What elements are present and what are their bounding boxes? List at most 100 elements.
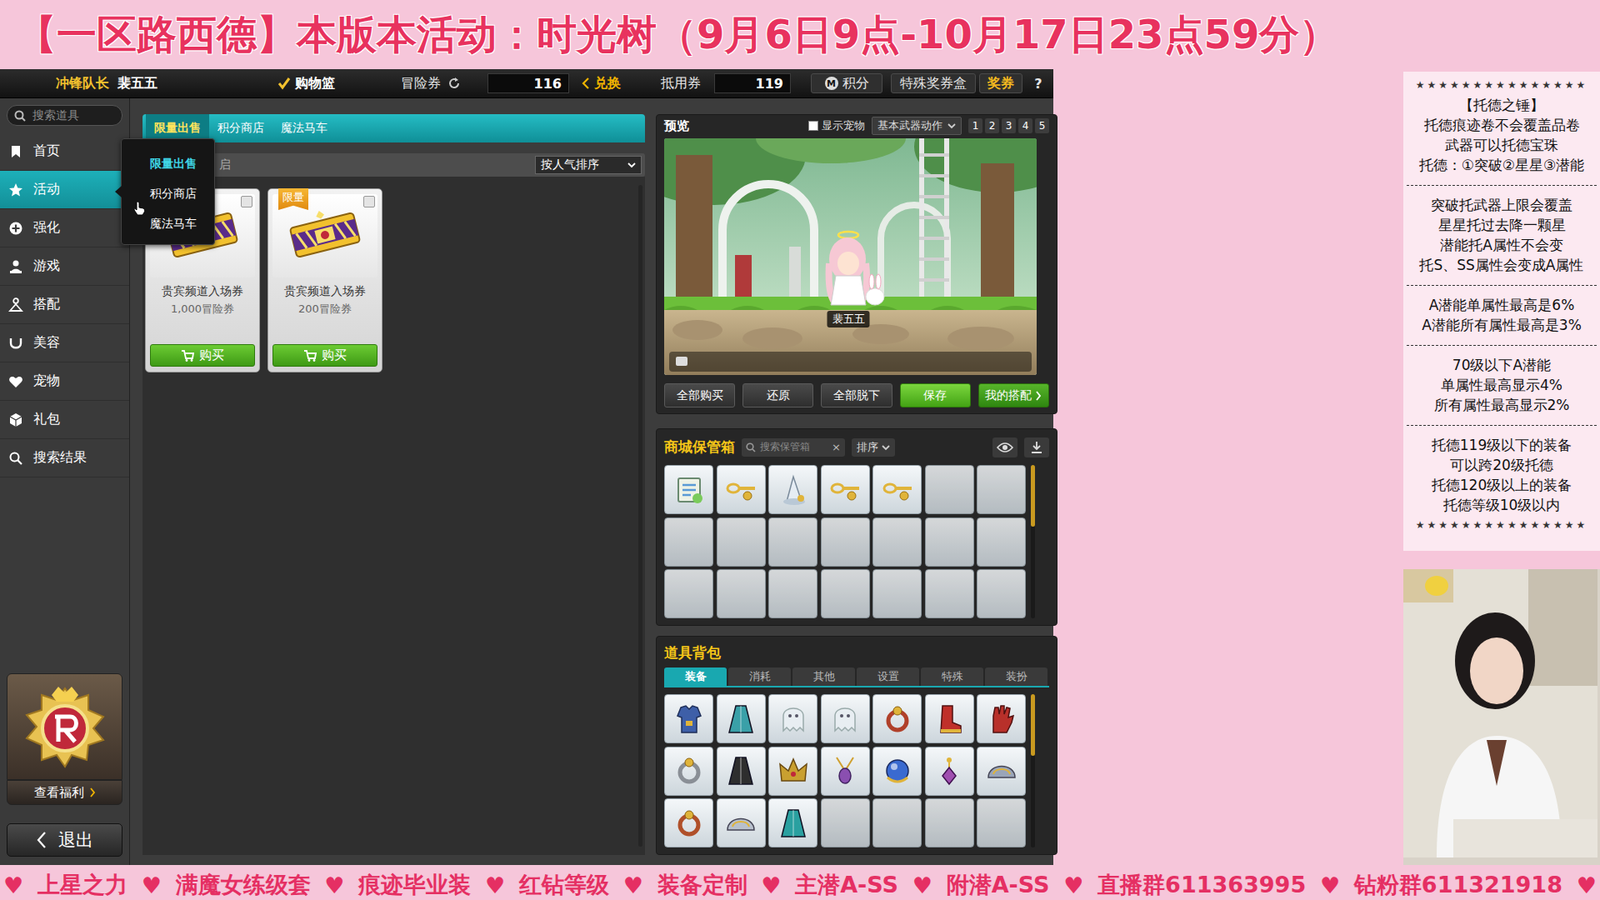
item-slot[interactable] (716, 746, 766, 796)
item-slot[interactable] (768, 569, 818, 619)
item-slot[interactable] (768, 798, 818, 848)
item-slot[interactable] (872, 694, 922, 744)
search-field[interactable]: 搜索道具 (6, 105, 123, 126)
preview-button[interactable]: 我的搭配 (978, 383, 1050, 408)
exchange-button[interactable]: 兑换 (581, 75, 640, 93)
item-slot[interactable] (820, 746, 870, 796)
item-slot[interactable] (768, 465, 818, 515)
coupon-button[interactable]: 奖券 (979, 73, 1023, 94)
page-button[interactable]: 5 (1035, 118, 1050, 134)
buy-button[interactable]: 购买 (150, 344, 255, 367)
vip-badge[interactable] (6, 673, 123, 780)
page-button[interactable]: 4 (1018, 118, 1033, 134)
inventory-tab[interactable]: 设置 (856, 667, 920, 686)
sidebar-item[interactable]: 首页 (0, 132, 130, 171)
item-slot[interactable] (872, 798, 922, 848)
scroll-thumb[interactable] (1030, 694, 1035, 756)
item-slot[interactable] (976, 694, 1026, 744)
item-slot[interactable] (820, 465, 870, 515)
item-slot[interactable] (976, 465, 1026, 515)
storage-search[interactable]: 搜索保管箱× (741, 438, 845, 457)
cart-button[interactable]: 购物篮 (277, 75, 338, 93)
item-slot[interactable] (925, 569, 975, 619)
preview-button[interactable]: 还原 (742, 383, 814, 408)
item-slot[interactable] (716, 694, 766, 744)
item-slot[interactable] (716, 465, 766, 515)
submenu-item[interactable]: 积分商店 (121, 179, 215, 210)
item-slot[interactable] (716, 798, 766, 848)
sidebar-item[interactable]: 强化 (0, 209, 130, 248)
item-slot[interactable] (664, 465, 714, 515)
item-slot[interactable] (716, 569, 766, 619)
inventory-tab[interactable]: 装扮 (985, 667, 1048, 686)
help-button[interactable]: ? (1029, 75, 1048, 92)
select-checkbox[interactable] (363, 195, 375, 208)
show-pet-toggle[interactable]: 显示宠物 (808, 118, 865, 134)
item-slot[interactable] (925, 798, 975, 848)
scrollbar[interactable] (638, 185, 643, 847)
preview-button[interactable]: 全部脱下 (820, 383, 892, 408)
item-slot[interactable] (768, 694, 818, 744)
item-slot[interactable] (872, 517, 922, 567)
item-slot[interactable] (820, 517, 870, 567)
item-slot[interactable] (768, 746, 818, 796)
checkbox[interactable] (808, 120, 819, 131)
sidebar-item[interactable]: 游戏 (0, 247, 130, 286)
item-slot[interactable] (768, 517, 818, 567)
clear-button[interactable]: × (831, 440, 841, 454)
item-slot[interactable] (664, 569, 714, 619)
inventory-tab[interactable]: 装备 (664, 667, 727, 686)
inventory-tab[interactable]: 特殊 (920, 667, 984, 686)
action-dropdown[interactable]: 基本武器动作 (871, 116, 962, 135)
item-slot[interactable] (925, 694, 975, 744)
item-slot[interactable] (820, 798, 870, 848)
preview-button[interactable]: 全部购买 (664, 383, 735, 408)
page-button[interactable]: 3 (1001, 118, 1016, 134)
download-button[interactable] (1024, 437, 1050, 458)
page-button[interactable]: 1 (968, 118, 983, 134)
points-button[interactable]: M积分 (810, 73, 883, 94)
sidebar-item[interactable]: 宠物 (0, 362, 130, 401)
exit-button[interactable]: 退出 (6, 823, 123, 857)
sidebar-item[interactable]: 礼包 (0, 400, 130, 440)
item-slot[interactable] (872, 465, 922, 515)
submenu-item[interactable]: 魔法马车 (121, 209, 215, 240)
sort-dropdown[interactable]: 按人气排序 (535, 155, 642, 175)
inventory-tab[interactable]: 消耗 (728, 667, 791, 686)
shop-tab[interactable]: 魔法马车 (272, 114, 336, 143)
item-slot[interactable] (664, 517, 714, 567)
item-slot[interactable] (664, 694, 714, 744)
special-box-button[interactable]: 特殊奖券盒 (890, 73, 976, 94)
item-slot[interactable] (716, 517, 766, 567)
sidebar-item[interactable]: 搜索结果 (0, 439, 130, 478)
page-button[interactable]: 2 (985, 118, 1000, 134)
preview-button[interactable]: 保存 (900, 383, 971, 408)
item-slot[interactable] (976, 569, 1026, 619)
item-slot[interactable] (976, 746, 1026, 796)
inventory-tab[interactable]: 其他 (792, 667, 855, 686)
item-slot[interactable] (820, 694, 870, 744)
scrollbar[interactable] (1030, 694, 1035, 848)
storage-sort[interactable]: 排序 (851, 438, 895, 457)
sidebar-item[interactable]: 搭配 (0, 285, 130, 325)
item-slot[interactable] (925, 517, 975, 567)
item-slot[interactable] (664, 798, 714, 848)
submenu-item[interactable]: 限量出售 (121, 149, 215, 180)
sidebar-item[interactable]: 活动 (0, 170, 130, 210)
visibility-button[interactable] (992, 437, 1018, 458)
select-checkbox[interactable] (240, 195, 253, 208)
item-slot[interactable] (872, 746, 922, 796)
sidebar-item[interactable]: 美容 (0, 324, 130, 363)
item-slot[interactable] (664, 746, 714, 796)
item-slot[interactable] (925, 746, 975, 796)
item-slot[interactable] (925, 465, 975, 515)
item-slot[interactable] (872, 569, 922, 619)
item-slot[interactable] (976, 798, 1026, 848)
shop-tab[interactable]: 积分商店 (209, 114, 273, 143)
benefits-button[interactable]: 查看福利 (6, 780, 123, 805)
product-card[interactable]: 限量贵宾频道入场券200冒险券购买 (267, 188, 383, 373)
scrollbar[interactable] (1030, 465, 1035, 619)
buy-button[interactable]: 购买 (272, 344, 378, 367)
scroll-thumb[interactable] (1030, 465, 1035, 527)
item-slot[interactable] (820, 569, 870, 619)
